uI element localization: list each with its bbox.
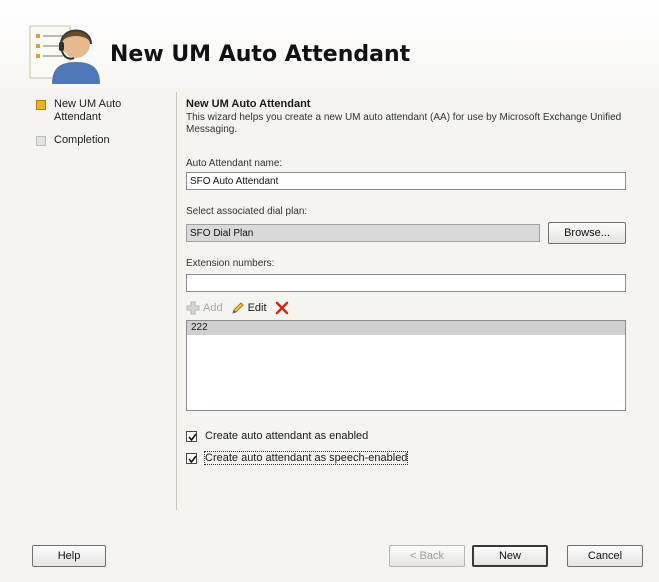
browse-button[interactable]: Browse... <box>548 222 626 244</box>
wizard-steps-sidebar: New UM Auto Attendant Completion <box>32 98 172 157</box>
add-extension-button[interactable]: Add <box>186 301 223 315</box>
delete-x-icon <box>275 301 288 315</box>
wizard-intro: New UM Auto Attendant This wizard helps … <box>186 98 631 136</box>
back-button[interactable]: < Back <box>389 545 465 567</box>
speech-enabled-checkbox-row[interactable]: Create auto attendant as speech-enabled <box>186 451 409 465</box>
new-button[interactable]: New <box>472 545 548 567</box>
extension-numbers-input[interactable] <box>186 274 626 292</box>
current-step-marker-icon <box>36 100 46 110</box>
pending-step-marker-icon <box>36 136 46 146</box>
aa-name-label: Auto Attendant name: <box>186 158 283 169</box>
enabled-checkbox[interactable] <box>186 430 197 442</box>
sidebar-divider <box>176 92 177 510</box>
cancel-button[interactable]: Cancel <box>567 545 643 567</box>
checkmark-icon <box>188 455 197 463</box>
step-new-um-auto-attendant[interactable]: New UM Auto Attendant <box>32 98 172 124</box>
extensions-toolbar: Add Edit <box>186 300 300 316</box>
extension-numbers-label: Extension numbers: <box>186 258 275 269</box>
step-label: New UM Auto Attendant <box>54 98 122 123</box>
wizard-title: New UM Auto Attendant <box>110 42 411 67</box>
step-completion[interactable]: Completion <box>32 134 172 147</box>
extensions-list[interactable]: 222 <box>186 320 626 411</box>
enabled-checkbox-label: Create auto attendant as enabled <box>205 430 369 442</box>
speech-enabled-checkbox[interactable] <box>186 452 197 464</box>
enabled-checkbox-row[interactable]: Create auto attendant as enabled <box>186 430 368 442</box>
wizard-header: New UM Auto Attendant <box>0 0 659 88</box>
dial-plan-field <box>186 224 540 242</box>
page-heading: New UM Auto Attendant <box>186 98 311 110</box>
aa-name-field[interactable] <box>186 172 626 190</box>
speech-enabled-checkbox-label: Create auto attendant as speech-enabled <box>203 451 409 465</box>
remove-extension-button[interactable] <box>275 301 292 315</box>
help-button[interactable]: Help <box>32 545 106 567</box>
step-label: Completion <box>54 134 110 146</box>
list-item[interactable]: 222 <box>187 321 625 335</box>
edit-extension-button[interactable]: Edit <box>231 301 267 315</box>
page-description: This wizard helps you create a new UM au… <box>186 112 622 135</box>
checkmark-icon <box>188 433 197 441</box>
user-headset-icon <box>29 25 100 84</box>
dial-plan-label: Select associated dial plan: <box>186 206 308 217</box>
wizard-window: New UM Auto Attendant New UM Auto Attend… <box>0 0 659 582</box>
pencil-icon <box>231 302 244 314</box>
add-icon <box>186 301 200 315</box>
